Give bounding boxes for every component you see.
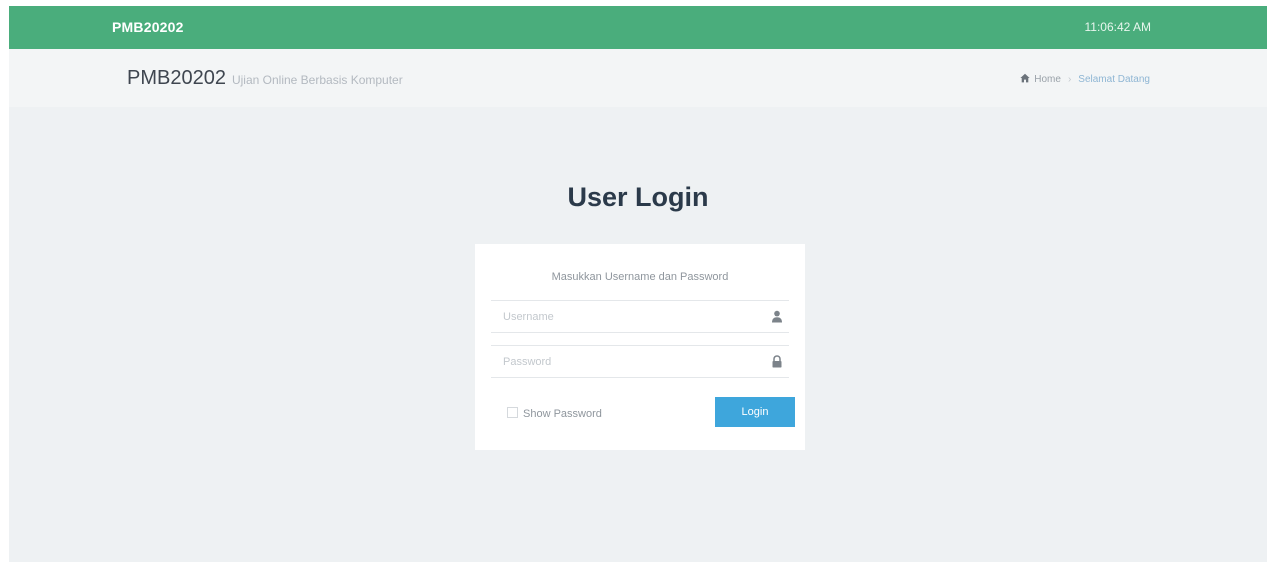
login-button[interactable]: Login [715,397,795,427]
clock: 11:06:42 AM [1084,20,1152,34]
brand-logo[interactable]: PMB20202 [112,19,184,35]
show-password-checkbox[interactable] [507,407,518,418]
password-field [491,345,789,378]
page-title-text: PMB20202 [127,67,226,89]
username-field [491,300,789,333]
breadcrumb: Home › Selamat Datang [1020,73,1150,85]
login-heading: User Login [567,182,709,212]
top-navbar: PMB20202 11:06:42 AM [9,6,1267,49]
user-icon [771,310,783,323]
show-password-label: Show Password [523,408,602,420]
breadcrumb-current: Selamat Datang [1078,74,1150,85]
lock-icon [771,355,783,368]
page-header: PMB20202 Ujian Online Berbasis Komputer H… [9,49,1267,107]
page-title: PMB20202 Ujian Online Berbasis Komputer [127,67,403,90]
home-icon [1020,73,1030,83]
login-hint: Masukkan Username dan Password [551,271,729,283]
breadcrumb-separator: › [1067,74,1072,85]
show-password-toggle[interactable]: Show Password [507,407,602,420]
app-window: PMB20202 11:06:42 AM PMB20202 Ujian Onlin… [9,6,1267,562]
page-subtitle: Ujian Online Berbasis Komputer [231,73,403,87]
username-input[interactable] [491,301,761,332]
login-card: Masukkan Username dan Password Show Pass… [475,244,805,450]
password-input[interactable] [491,346,761,377]
breadcrumb-home-link[interactable]: Home [1034,74,1061,85]
